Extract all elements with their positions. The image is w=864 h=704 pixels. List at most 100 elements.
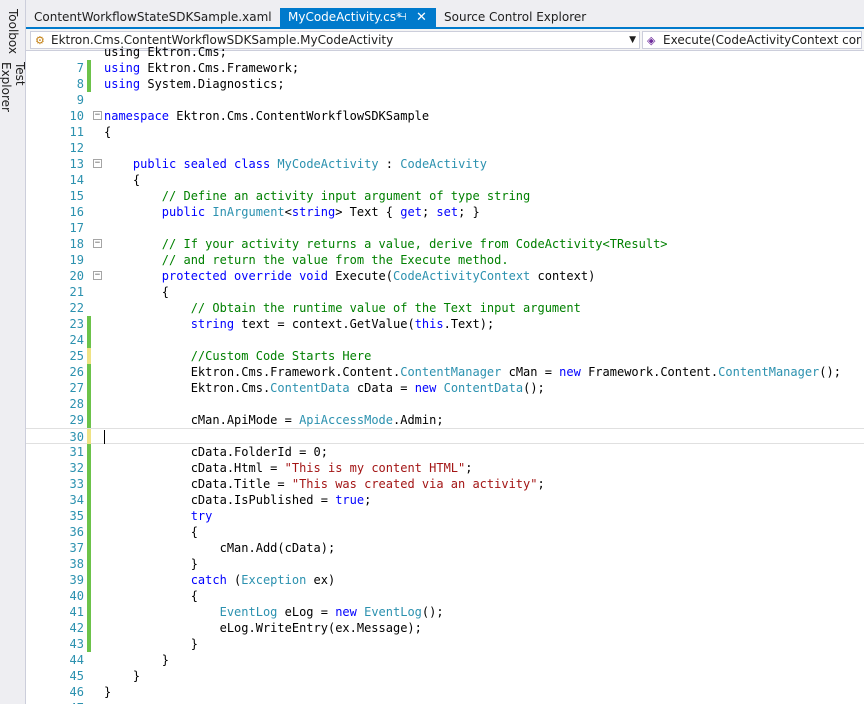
code-text: namespace Ektron.Cms.ContentWorkflowSDKS…: [104, 108, 429, 124]
code-line[interactable]: 17: [26, 220, 864, 236]
code-token: {: [104, 285, 170, 299]
code-text: protected override void Execute(CodeActi…: [104, 268, 596, 284]
code-line[interactable]: 33 cData.Title = "This was created via a…: [26, 476, 864, 492]
code-token: :: [378, 157, 401, 171]
code-token: catch: [190, 573, 227, 587]
code-text: cData.Title = "This was created via an a…: [104, 476, 545, 492]
code-token: //Custom Code Starts Here: [190, 349, 372, 363]
line-number: 24: [69, 333, 84, 347]
line-number: 19: [69, 253, 84, 267]
line-number: 26: [69, 365, 84, 379]
code-line[interactable]: 38 }: [26, 556, 864, 572]
line-number: 44: [69, 653, 84, 667]
code-token: ex): [306, 573, 336, 587]
code-token: CodeActivity: [400, 157, 487, 171]
code-line[interactable]: 37 cMan.Add(cData);: [26, 540, 864, 556]
code-line[interactable]: 29 cMan.ApiMode = ApiAccessMode.Admin;: [26, 412, 864, 428]
code-line[interactable]: 24: [26, 332, 864, 348]
code-editor[interactable]: using Ektron.Cms; 7 using Ektron.Cms.Frame…: [26, 45, 864, 704]
code-line[interactable]: 21 {: [26, 284, 864, 300]
code-text: }: [104, 652, 169, 668]
code-line[interactable]: 30: [26, 428, 864, 445]
code-line[interactable]: 40 {: [26, 588, 864, 604]
code-line[interactable]: 20− protected override void Execute(Code…: [26, 268, 864, 284]
code-token: cMan =: [501, 365, 560, 379]
code-line[interactable]: 25 //Custom Code Starts Here: [26, 348, 864, 364]
code-line[interactable]: 41 EventLog eLog = new EventLog();: [26, 604, 864, 620]
code-text: cMan.ApiMode = ApiAccessMode.Admin;: [104, 412, 444, 428]
code-line[interactable]: 7 using Ektron.Cms.Framework;: [26, 60, 864, 76]
code-line[interactable]: 44 }: [26, 652, 864, 668]
code-line[interactable]: 11 {: [26, 124, 864, 140]
line-number: 46: [69, 685, 84, 699]
code-line[interactable]: 47: [26, 700, 864, 704]
code-token: InArgument: [212, 205, 285, 219]
collapse-icon[interactable]: −: [93, 111, 102, 120]
toolbox-tab[interactable]: Toolbox: [2, 6, 24, 56]
code-line[interactable]: 31 cData.FolderId = 0;: [26, 444, 864, 460]
collapse-icon[interactable]: −: [93, 271, 102, 280]
saved-change-marker: [87, 444, 91, 460]
code-line[interactable]: 18− // If your activity returns a value,…: [26, 236, 864, 252]
code-line[interactable]: 43 }: [26, 636, 864, 652]
tab-source-control-explorer[interactable]: Source Control Explorer: [436, 8, 596, 27]
code-token: }: [104, 653, 170, 667]
code-line[interactable]: 32 cData.Html = "This is my content HTML…: [26, 460, 864, 476]
code-token: EventLog: [219, 605, 278, 619]
code-line[interactable]: 39 catch (Exception ex): [26, 572, 864, 588]
code-line[interactable]: 26 Ektron.Cms.Framework.Content.ContentM…: [26, 364, 864, 380]
test-explorer-tab[interactable]: Test Explorer: [0, 62, 27, 132]
collapse-icon[interactable]: −: [93, 239, 102, 248]
close-icon[interactable]: ✕: [416, 8, 427, 27]
code-line[interactable]: 45 }: [26, 668, 864, 684]
code-token: MyCodeActivity: [277, 157, 379, 171]
code-line[interactable]: 9: [26, 92, 864, 108]
code-text: }: [104, 636, 198, 652]
code-line[interactable]: 46}: [26, 684, 864, 700]
code-line[interactable]: using Ektron.Cms;: [26, 44, 864, 60]
code-token: EventLog: [364, 605, 422, 619]
code-text: using Ektron.Cms.Framework;: [104, 60, 299, 76]
code-line[interactable]: 8 using System.Diagnostics;: [26, 76, 864, 92]
tab-active-cs-file[interactable]: MyCodeActivity.cs* ⊣ ✕: [280, 8, 436, 27]
code-text: eLog.WriteEntry(ex.Message);: [104, 620, 422, 636]
code-text: using System.Diagnostics;: [104, 76, 285, 92]
code-line[interactable]: 36 {: [26, 524, 864, 540]
code-text: {: [104, 172, 140, 188]
code-token: new: [559, 365, 581, 379]
line-number: 37: [69, 541, 84, 555]
code-token: ();: [819, 365, 841, 379]
code-text: //Custom Code Starts Here: [104, 348, 372, 364]
code-token: CodeActivityContext: [393, 269, 531, 283]
code-token: {: [104, 589, 198, 603]
code-token: ContentManager: [400, 365, 502, 379]
code-line[interactable]: 10− namespace Ektron.Cms.ContentWorkflowS…: [26, 108, 864, 124]
saved-change-marker: [87, 556, 91, 572]
code-line[interactable]: 27 Ektron.Cms.ContentData cData = new Co…: [26, 380, 864, 396]
code-token: ContentData: [270, 381, 350, 395]
code-line[interactable]: 23 string text = context.GetValue(this.T…: [26, 316, 864, 332]
code-token: .Admin;: [393, 413, 444, 427]
code-line[interactable]: 14 {: [26, 172, 864, 188]
code-line[interactable]: 28: [26, 396, 864, 412]
code-line[interactable]: 34 cData.IsPublished = true;: [26, 492, 864, 508]
code-token: // If your activity returns a value, der…: [161, 237, 668, 251]
left-tool-strip: Toolbox Test Explorer: [0, 0, 27, 704]
code-token: {: [104, 125, 112, 139]
code-line[interactable]: 42 eLog.WriteEntry(ex.Message);: [26, 620, 864, 636]
code-line[interactable]: 15 // Define an activity input argument …: [26, 188, 864, 204]
pin-icon[interactable]: ⊣: [398, 8, 407, 27]
code-line[interactable]: 16 public InArgument<string> Text { get;…: [26, 204, 864, 220]
code-line[interactable]: 13− public sealed class MyCodeActivity :…: [26, 156, 864, 172]
code-token: ();: [523, 381, 545, 395]
code-line[interactable]: 22 // Obtain the runtime value of the Te…: [26, 300, 864, 316]
code-text: }: [104, 556, 198, 572]
code-line[interactable]: 12: [26, 140, 864, 156]
collapse-icon[interactable]: −: [93, 159, 102, 168]
code-token: cData.FolderId = 0;: [104, 445, 328, 459]
tab-xaml-file[interactable]: ContentWorkflowStateSDKSample.xaml: [26, 8, 278, 27]
code-line[interactable]: 19 // and return the value from the Exec…: [26, 252, 864, 268]
code-line[interactable]: 35 try: [26, 508, 864, 524]
code-token: Ektron.Cms.ContentWorkflowSDKSample: [169, 109, 430, 123]
